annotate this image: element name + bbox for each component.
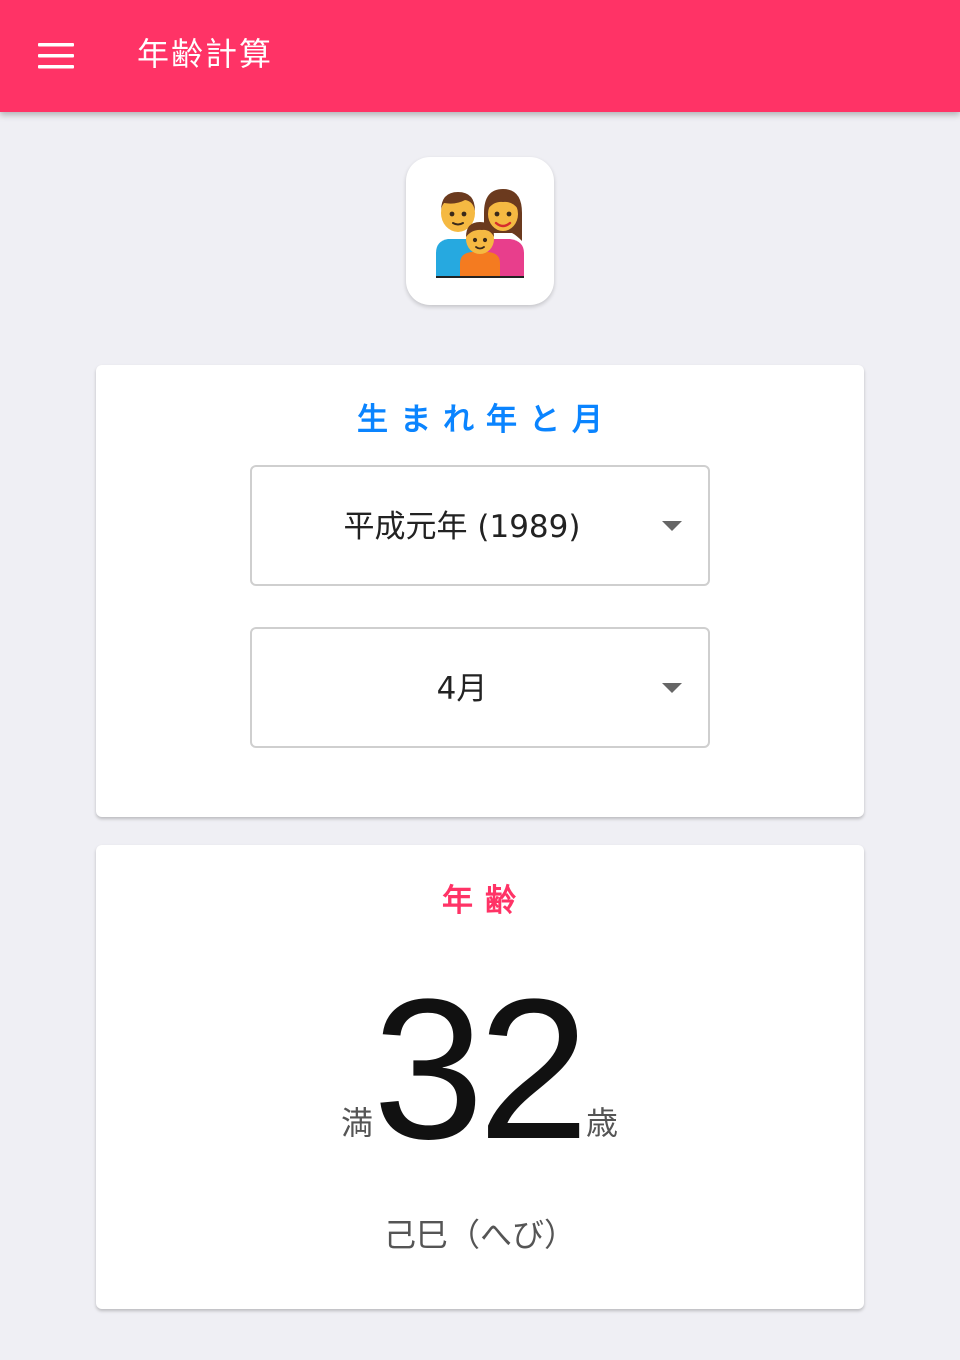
app-logo — [406, 157, 554, 305]
birth-card: 生まれ年と月 平成元年 (1989) 4月 — [96, 365, 864, 817]
family-icon — [436, 189, 524, 278]
hamburger-menu-icon — [38, 43, 74, 69]
birth-month-select[interactable]: 4月 — [250, 627, 710, 748]
age-prefix: 満 — [341, 1104, 374, 1142]
menu-button[interactable] — [28, 31, 84, 81]
birth-year-value: 平成元年 (1989) — [343, 509, 581, 545]
birth-heading: 生まれ年と月 — [357, 402, 615, 438]
age-suffix: 歳 — [586, 1104, 619, 1142]
chevron-down-icon — [662, 683, 682, 693]
age-display: 満 32 歳 — [96, 958, 864, 1181]
zodiac-sign: 己巳（へび） — [383, 1216, 576, 1254]
birth-month-value: 4月 — [436, 671, 488, 707]
age-value: 32 — [372, 958, 589, 1181]
age-card: 年齢 満 32 歳 己巳（へび） — [96, 845, 864, 1309]
app-title: 年齢計算 — [137, 35, 274, 73]
app-bar: 年齢計算 — [0, 0, 960, 112]
chevron-down-icon — [662, 521, 682, 531]
age-heading: 年齢 — [442, 883, 528, 919]
birth-year-select[interactable]: 平成元年 (1989) — [250, 465, 710, 586]
